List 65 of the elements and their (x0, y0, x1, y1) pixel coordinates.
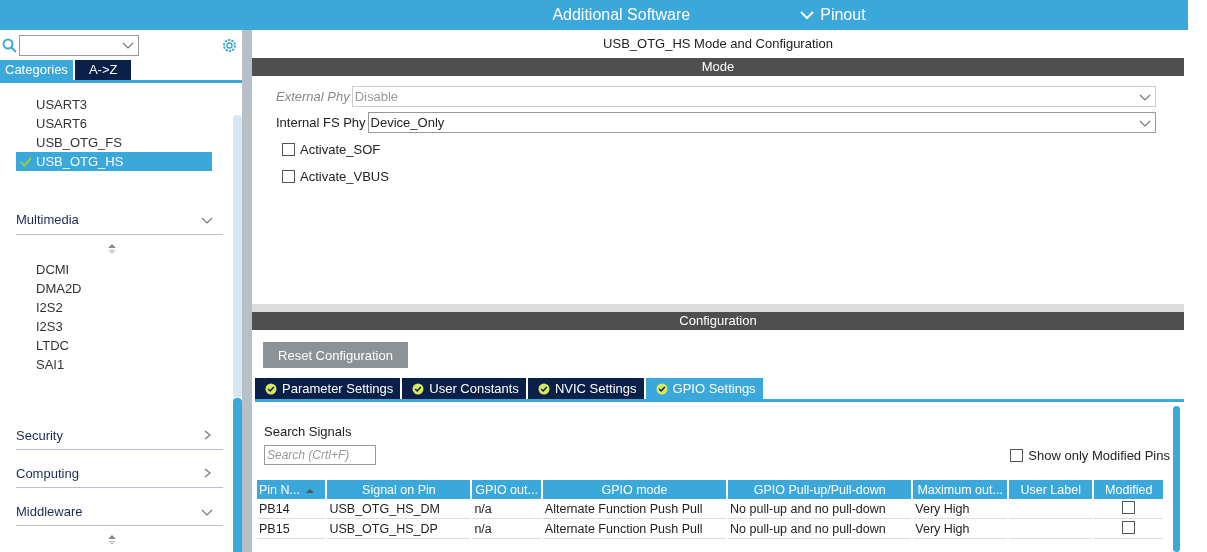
check-circle-icon (655, 382, 668, 395)
peripheral-item[interactable]: USART6 (16, 114, 212, 133)
peripheral-item[interactable]: I2S3 (16, 317, 223, 337)
scrollbar-thumb[interactable] (233, 398, 242, 552)
table-cell: PB14 (257, 499, 326, 519)
view-tab[interactable]: A->Z (74, 60, 132, 80)
chevron-down-icon (800, 10, 815, 20)
search-field[interactable]: Search (Crtl+F) (264, 445, 376, 465)
dropdown-field[interactable]: Device_Only (367, 112, 1156, 133)
checkbox[interactable] (1122, 520, 1136, 534)
section-header: Configuration (252, 312, 1184, 330)
category-header[interactable]: Computing (16, 459, 223, 488)
check-circle-icon (412, 382, 425, 395)
table-cell: n/a (472, 499, 541, 519)
chevron-down-icon (201, 215, 213, 225)
checkbox-label: Activate_SOF (300, 141, 381, 157)
category-header[interactable]: Multimedia (16, 206, 223, 235)
table-cell: Alternate Function Push Pull (542, 519, 727, 539)
chevron-down-icon (122, 40, 134, 50)
check-circle-icon (265, 382, 277, 395)
category-header[interactable]: Security (16, 421, 223, 450)
checkbox-label: Show only Modified Pins (1028, 447, 1170, 463)
peripheral-item[interactable]: USART3 (16, 95, 212, 114)
table-cell: PB15 (257, 519, 326, 539)
field-label: Internal FS Phy (276, 115, 366, 130)
category-label: Middleware (16, 504, 83, 520)
table-cell: No pull-up and no pull-down (728, 499, 912, 519)
check-circle-icon (537, 382, 550, 395)
category-header[interactable]: Middleware (16, 498, 223, 527)
peripheral-item[interactable]: DMA2D (16, 279, 223, 299)
settings-tab[interactable]: User Constants (402, 378, 526, 399)
peripheral-item[interactable]: I2S2 (16, 298, 223, 318)
category-label: Multimedia (16, 212, 79, 228)
peripheral-item[interactable]: SAI1 (16, 355, 223, 375)
search-combo-field[interactable] (19, 34, 139, 56)
checkbox[interactable] (282, 142, 295, 156)
checkbox[interactable] (1010, 448, 1024, 462)
table-cell: USB_OTG_HS_DP (327, 519, 471, 539)
checkbox[interactable] (1122, 500, 1136, 514)
peripheral-item[interactable]: LTDC (16, 336, 223, 356)
section-header: Mode (252, 58, 1184, 76)
peripheral-item[interactable]: USB_OTG_FS (16, 133, 212, 152)
search-label: Search Signals (263, 424, 353, 439)
settings-tab[interactable]: Parameter Settings (255, 378, 401, 399)
table-cell: n/a (472, 519, 541, 539)
sort-arrows-icon (108, 242, 116, 255)
table-cell: No pull-up and no pull-down (728, 519, 912, 539)
scrollbar-thumb[interactable] (1173, 406, 1180, 552)
checkbox[interactable] (282, 169, 295, 183)
field-label: External Phy (276, 89, 350, 104)
search-icon[interactable] (2, 37, 17, 53)
settings-icon[interactable] (221, 36, 238, 54)
settings-tab[interactable]: NVIC Settings (527, 378, 644, 399)
category-label: Computing (16, 465, 79, 481)
category-label: Security (16, 427, 63, 443)
table-cell: Very High (913, 499, 1007, 519)
panel-title: USB_OTG_HS Mode and Configuration (602, 35, 834, 53)
check-icon (20, 156, 32, 167)
sort-arrows-icon (108, 534, 116, 546)
checkbox-label: Activate_VBUS (300, 168, 389, 184)
table-cell: Alternate Function Push Pull (542, 499, 727, 519)
sort-arrow-icon (306, 487, 314, 494)
table-cell: Very High (913, 519, 1007, 539)
peripheral-item[interactable]: DCMI (16, 260, 223, 280)
table-cell: USB_OTG_HS_DM (327, 499, 471, 519)
